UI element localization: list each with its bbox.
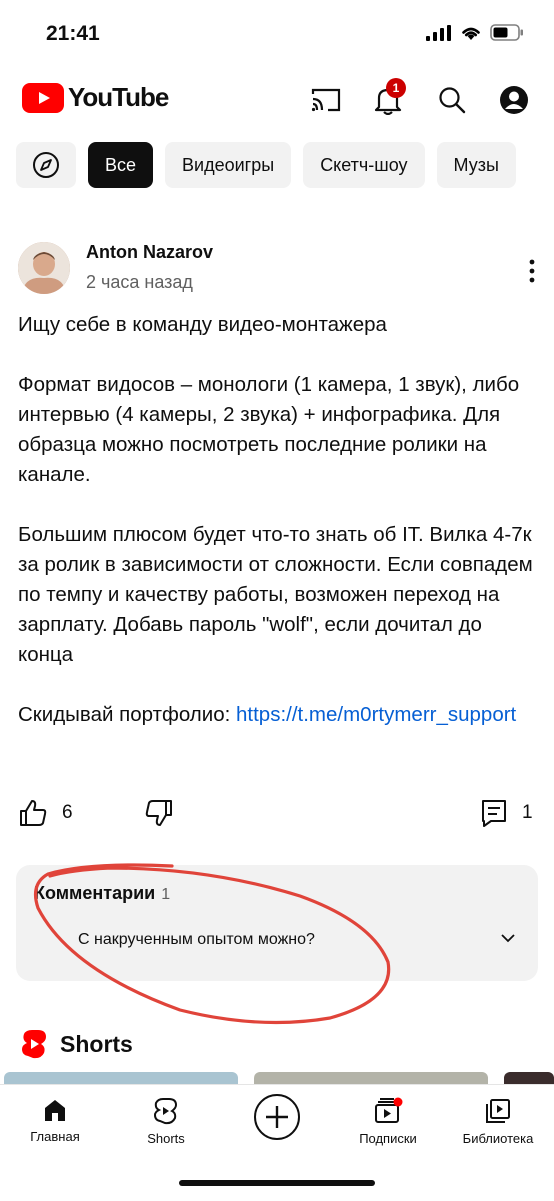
post-text: Ищу себе в команду видео-монтажера Форма… (18, 310, 538, 730)
account-button[interactable] (496, 82, 532, 118)
more-options-button[interactable] (526, 258, 538, 284)
nav-subscriptions-label: Подписки (359, 1131, 417, 1146)
comments-count: 1 (161, 886, 171, 903)
chip-sketch[interactable]: Скетч-шоу (303, 142, 425, 188)
post-paragraph-portfolio: Скидывай портфолио: https://t.me/m0rtyme… (18, 700, 538, 730)
portfolio-label: Скидывай портфолио: (18, 703, 236, 726)
avatar-image (18, 242, 70, 294)
post-paragraph: Ищу себе в команду видео-монтажера (18, 313, 387, 336)
thumbs-down-icon (145, 800, 172, 826)
battery-icon (490, 24, 523, 41)
post-time: 2 часа назад (86, 272, 193, 292)
shorts-title: Shorts (60, 1030, 133, 1057)
status-bar: 21:41 (0, 0, 554, 70)
app-header: YouTube 1 (0, 70, 554, 126)
chip-music[interactable]: Музы (436, 142, 516, 188)
chip-all[interactable]: Все (88, 142, 154, 188)
top-comment-text: С накрученным опытом можно? (78, 931, 315, 948)
youtube-logo[interactable]: YouTube (22, 82, 169, 113)
explore-chip[interactable] (16, 142, 76, 188)
comments-heading: Комментарии 1 (34, 883, 170, 904)
shorts-icon (153, 1098, 178, 1125)
cast-icon (311, 88, 341, 112)
like-count: 6 (62, 802, 73, 823)
comments-preview[interactable]: Комментарии 1 С накрученным опытом можно? (16, 865, 538, 981)
notifications-button[interactable]: 1 (370, 78, 406, 118)
search-icon (439, 87, 466, 114)
nav-subscriptions[interactable]: Подписки (352, 1097, 424, 1146)
comment-icon (482, 800, 506, 827)
nav-home-label: Главная (30, 1129, 80, 1144)
signal-icon (426, 24, 451, 41)
library-icon (486, 1099, 510, 1123)
post-actions: 6 1 (0, 798, 554, 838)
status-time: 21:41 (46, 22, 100, 45)
comments-title: Комментарии (34, 883, 156, 903)
add-icon (254, 1094, 300, 1140)
nav-home[interactable]: Главная (22, 1097, 88, 1144)
cast-button[interactable] (308, 82, 344, 118)
home-icon (45, 1100, 65, 1121)
post-paragraph: Формат видосов – монологи (1 камера, 1 з… (18, 373, 520, 486)
chevron-down-icon[interactable] (500, 933, 516, 943)
status-icons (426, 24, 524, 41)
compass-icon (33, 152, 59, 178)
author-name[interactable]: Anton Nazarov (86, 242, 213, 263)
account-icon (500, 86, 528, 114)
comments-button[interactable]: 1 (480, 798, 533, 828)
youtube-play-icon (22, 82, 64, 113)
search-button[interactable] (434, 82, 470, 118)
notification-badge: 1 (386, 78, 406, 98)
more-vertical-icon (529, 259, 535, 283)
wifi-icon (462, 27, 480, 40)
chip-videogames[interactable]: Видеоигры (165, 142, 292, 188)
create-button[interactable] (252, 1093, 302, 1141)
portfolio-link[interactable]: https://t.me/m0rtymerr_support (236, 703, 516, 726)
home-indicator[interactable] (179, 1180, 375, 1186)
nav-library[interactable]: Библиотека (456, 1097, 540, 1146)
logo-text: YouTube (68, 82, 169, 112)
shorts-logo-icon (22, 1030, 46, 1059)
shorts-section-header: Shorts (20, 1028, 133, 1060)
comment-count: 1 (522, 802, 533, 823)
author-avatar[interactable] (18, 242, 70, 294)
nav-library-label: Библиотека (462, 1131, 534, 1146)
nav-shorts-label: Shorts (147, 1131, 185, 1146)
thumbs-up-icon (20, 800, 47, 826)
nav-shorts[interactable]: Shorts (136, 1097, 196, 1146)
subscriptions-icon (375, 1097, 403, 1123)
dislike-button[interactable] (144, 798, 174, 828)
category-chips: Все Видеоигры Скетч-шоу Музы (16, 142, 516, 188)
post-paragraph: Большим плюсом будет что-то знать об IT.… (18, 523, 533, 666)
like-button[interactable]: 6 (18, 798, 73, 828)
